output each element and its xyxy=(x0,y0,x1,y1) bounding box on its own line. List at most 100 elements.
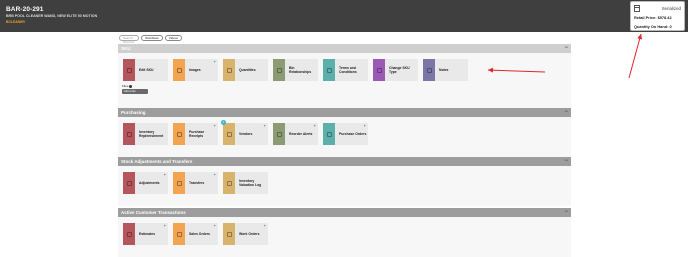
tile-label: Edit SKU xyxy=(139,68,154,72)
tile-label: Inventory Valuation Log xyxy=(239,179,262,187)
section-title: Stock Adjustments and Transfers xyxy=(121,159,193,164)
section-header-purchasing[interactable]: Purchasing − xyxy=(118,108,571,117)
add-icon[interactable]: + xyxy=(214,60,216,64)
sku-tag: BCLEANER xyxy=(6,20,25,24)
add-icon[interactable]: + xyxy=(314,124,316,128)
add-icon[interactable]: + xyxy=(264,124,266,128)
tile-sku-5[interactable]: Change SKU Type xyxy=(373,59,418,81)
tile-icon xyxy=(123,123,135,145)
module-icon xyxy=(226,131,232,137)
tile-icon xyxy=(173,223,185,245)
section-header-sku[interactable]: SKU − xyxy=(118,44,571,53)
files-label: Files xyxy=(122,84,129,88)
sku-description: BRB POOL CLEANER WAND, NEW ELITE 50 MOTI… xyxy=(6,14,98,18)
tile-sku-2[interactable]: Quantities xyxy=(223,59,268,81)
tile-stock-0[interactable]: Adjustments + xyxy=(123,172,168,194)
module-icon xyxy=(126,131,132,137)
add-icon[interactable]: + xyxy=(164,173,166,177)
section-body-purchasing: Inventory Replenishment Purchase Receipts… xyxy=(118,117,571,159)
tile-customer-1[interactable]: Sales Orders + xyxy=(173,223,218,245)
module-icon xyxy=(126,231,132,237)
add-icon[interactable]: + xyxy=(214,224,216,228)
section-purchasing: Purchasing − Inventory Replenishment Purc… xyxy=(118,108,571,159)
section-body-customer: Estimates + Sales Orders + Work Orders + xyxy=(118,217,571,257)
module-icon xyxy=(276,131,282,137)
add-icon[interactable]: + xyxy=(214,124,216,128)
add-icon[interactable]: + xyxy=(264,224,266,228)
section-stock: Stock Adjustments and Transfers − Adjust… xyxy=(118,157,571,206)
tile-icon xyxy=(123,59,135,81)
tile-label: Inventory Replenishment xyxy=(139,130,164,138)
tile-label: Notes xyxy=(439,68,449,72)
module-icon xyxy=(276,67,282,73)
quantity-on-hand: Quantity On Hand: 0 xyxy=(634,24,672,29)
tile-purchasing-0[interactable]: Inventory Replenishment xyxy=(123,123,168,145)
info-icon xyxy=(129,84,133,88)
shortcut-bar: Search Shortcut Workflows Videos xyxy=(119,35,182,44)
tile-sku-6[interactable]: Notes xyxy=(423,59,468,81)
module-icon xyxy=(176,231,182,237)
arrow-to-info-head xyxy=(637,34,643,40)
videos-button[interactable]: Videos xyxy=(164,35,182,41)
tile-icon xyxy=(273,123,285,145)
tile-purchasing-1[interactable]: Purchase Receipts + xyxy=(173,123,218,145)
tile-label: Terms and Conditions xyxy=(339,66,357,74)
collapse-icon[interactable]: − xyxy=(564,44,568,53)
tile-icon xyxy=(223,223,235,245)
add-icon[interactable]: + xyxy=(164,224,166,228)
arrow-to-info-shaft xyxy=(628,33,642,79)
module-icon xyxy=(326,67,332,73)
add-icon[interactable]: + xyxy=(364,124,366,128)
serialized-status: Serialized xyxy=(661,6,681,11)
tile-icon xyxy=(173,123,185,145)
module-icon xyxy=(126,67,132,73)
tile-purchasing-3[interactable]: Reorder Alerts + xyxy=(273,123,318,145)
section-title: Active Customer Transactions xyxy=(121,210,186,215)
tile-sku-3[interactable]: Bin Relationships xyxy=(273,59,318,81)
tile-sku-1[interactable]: Images + xyxy=(173,59,218,81)
tile-icon xyxy=(323,59,335,81)
section-header-customer[interactable]: Active Customer Transactions − xyxy=(118,208,571,217)
workflows-button[interactable]: Workflows xyxy=(141,35,163,41)
module-icon xyxy=(226,231,232,237)
tile-label: Quantities xyxy=(239,68,256,72)
tile-purchasing-4[interactable]: Purchase Orders + xyxy=(323,123,368,145)
add-icon[interactable]: + xyxy=(214,173,216,177)
sku-info-panel: Serialized Retail Price: $578.42 Quantit… xyxy=(630,1,685,31)
section-header-stock[interactable]: Stock Adjustments and Transfers − xyxy=(118,157,571,166)
module-icon xyxy=(176,131,182,137)
retail-price: Retail Price: $578.42 xyxy=(634,15,672,20)
count-badge: 1 xyxy=(221,120,226,125)
search-shortcut-input[interactable]: Search Shortcut xyxy=(119,35,139,44)
tile-sku-4[interactable]: Terms and Conditions xyxy=(323,59,368,81)
tile-stock-2[interactable]: Inventory Valuation Log xyxy=(223,172,268,194)
module-icon xyxy=(226,180,232,186)
section-body-sku: Edit SKU Images + Quantities Bin Relationshi… xyxy=(118,53,571,111)
module-icon xyxy=(226,67,232,73)
tile-icon xyxy=(223,123,235,145)
collapse-icon[interactable]: − xyxy=(564,208,568,217)
tile-icon xyxy=(223,59,235,81)
collapse-icon[interactable]: − xyxy=(564,108,568,117)
tile-icon xyxy=(173,59,185,81)
tile-label: Bin Relationships xyxy=(289,66,312,74)
tile-stock-1[interactable]: Transfers + xyxy=(173,172,218,194)
tile-customer-2[interactable]: Work Orders + xyxy=(223,223,268,245)
tile-sku-0[interactable]: Edit SKU xyxy=(123,59,168,81)
section-body-stock: Adjustments + Transfers + Inventory Valuatio… xyxy=(118,166,571,206)
tile-icon xyxy=(123,172,135,194)
files-area: Files Add a File xyxy=(122,84,148,94)
module-icon xyxy=(376,67,382,73)
tile-icon xyxy=(123,223,135,245)
module-icon xyxy=(126,180,132,186)
add-file-button[interactable]: Add a File xyxy=(122,89,148,94)
tile-purchasing-2[interactable]: Vendors +1 xyxy=(221,120,268,145)
module-icon xyxy=(176,180,182,186)
module-icon xyxy=(326,131,332,137)
module-icon xyxy=(426,67,432,73)
item-header: BAR-20-291 BRB POOL CLEANER WAND, NEW EL… xyxy=(0,0,688,32)
collapse-icon[interactable]: − xyxy=(564,157,568,166)
calendar-icon xyxy=(634,5,640,12)
tile-label: Change SKU Type xyxy=(389,66,410,74)
tile-customer-0[interactable]: Estimates + xyxy=(123,223,168,245)
